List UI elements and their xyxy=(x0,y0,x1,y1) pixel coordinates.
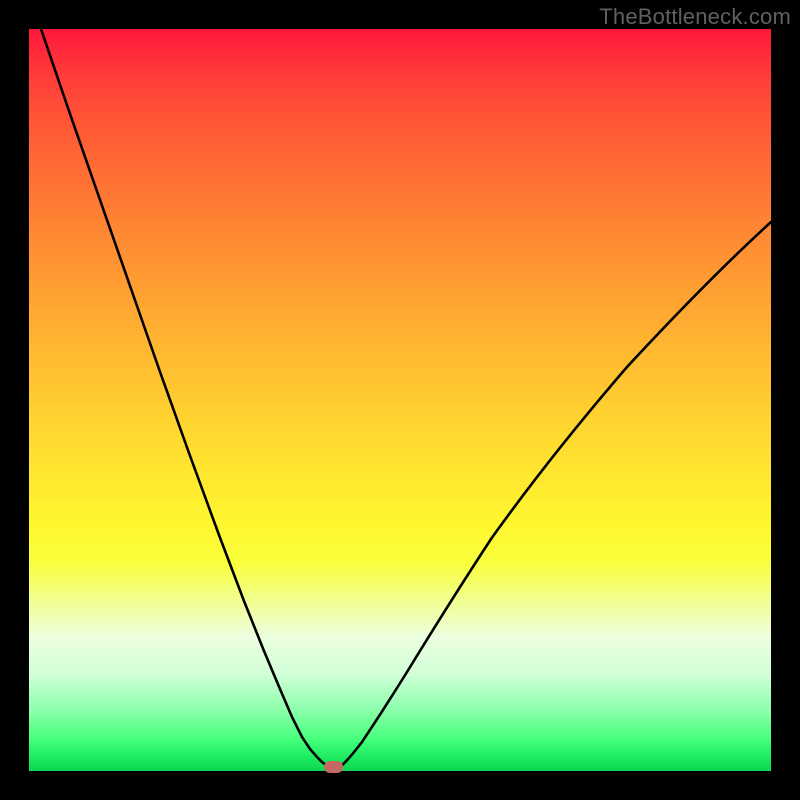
curve-left-branch xyxy=(41,29,329,767)
chart-frame: TheBottleneck.com xyxy=(0,0,800,800)
watermark-text: TheBottleneck.com xyxy=(599,4,791,30)
plot-area xyxy=(29,29,771,771)
minimum-marker xyxy=(324,761,343,773)
curve-right-branch xyxy=(340,222,771,767)
bottleneck-curve xyxy=(29,29,771,771)
